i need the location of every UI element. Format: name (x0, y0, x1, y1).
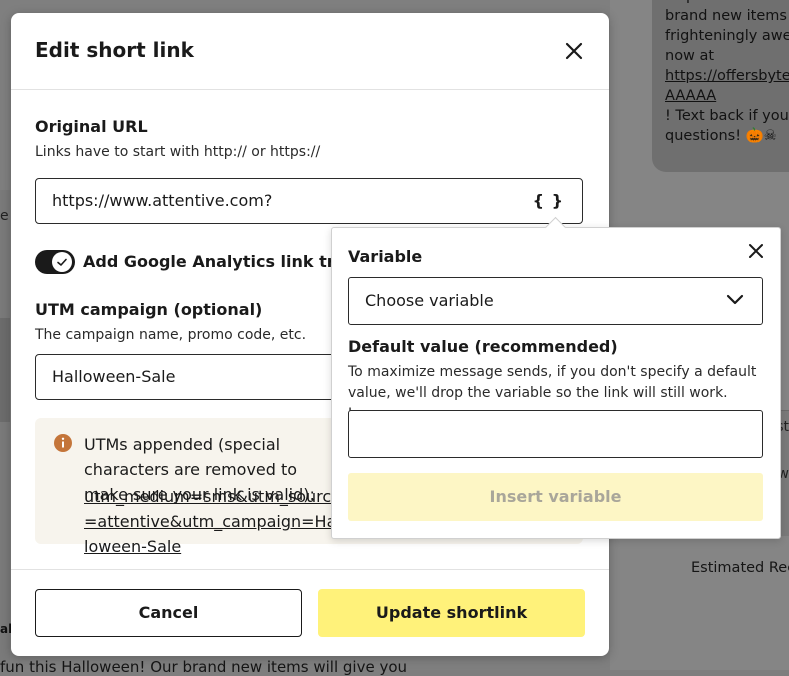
background-left-strip (0, 190, 10, 670)
background-message-link: https://offersbytext. AAAAA (665, 68, 789, 104)
variable-popover: Variable Choose variable Default value (… (331, 216, 781, 539)
info-icon (54, 434, 72, 452)
variable-select-value: Choose variable (365, 291, 494, 310)
chevron-down-icon (726, 294, 744, 305)
background-message-bubble: a spooktacular Hall brand new items! C f… (652, 0, 789, 172)
modal-title: Edit short link (35, 38, 194, 62)
insert-variable-button[interactable]: Insert variable (348, 473, 763, 521)
close-icon[interactable] (562, 39, 586, 63)
update-shortlink-button[interactable]: Update shortlink (318, 589, 585, 637)
header-divider (11, 89, 609, 90)
background-estimated-label: Estimated Recip (691, 560, 789, 576)
background-message-tail: ! Text back if you ha questions! 🎃☠ (665, 108, 789, 144)
utm-campaign-helper: The campaign name, promo code, etc. (35, 327, 307, 343)
original-url-label: Original URL (35, 117, 148, 136)
default-value-input[interactable] (348, 410, 763, 458)
background-message-text: a spooktacular Hall brand new items! C f… (665, 0, 789, 64)
original-url-input[interactable]: https://www.attentive.com? { } (35, 178, 583, 224)
background-edge-text: e (0, 208, 9, 224)
background-bottom-text: fun this Halloween! Our brand new items … (0, 658, 408, 676)
variable-select[interactable]: Choose variable (348, 277, 763, 325)
variable-label: Variable (348, 247, 423, 266)
utm-campaign-label: UTM campaign (optional) (35, 300, 263, 319)
default-value-label: Default value (recommended) (348, 337, 618, 356)
ga-tracking-toggle[interactable] (35, 250, 75, 274)
default-value-helper-text: To maximize message sends, if you don't … (348, 364, 757, 401)
original-url-helper: Links have to start with http:// or http… (35, 144, 321, 160)
cancel-button[interactable]: Cancel (35, 589, 302, 637)
footer-divider (11, 569, 609, 570)
utm-notice-link[interactable]: utm_medium=sms&utm_source=attentive&utm_… (84, 484, 344, 559)
original-url-value: https://www.attentive.com? (52, 191, 273, 210)
utm-campaign-value: Halloween-Sale (52, 367, 176, 386)
insert-variable-button[interactable]: { } (533, 179, 564, 223)
check-icon (57, 258, 67, 266)
background-left-block (0, 318, 10, 422)
popover-close-icon[interactable] (746, 241, 766, 261)
toggle-knob (52, 252, 72, 272)
